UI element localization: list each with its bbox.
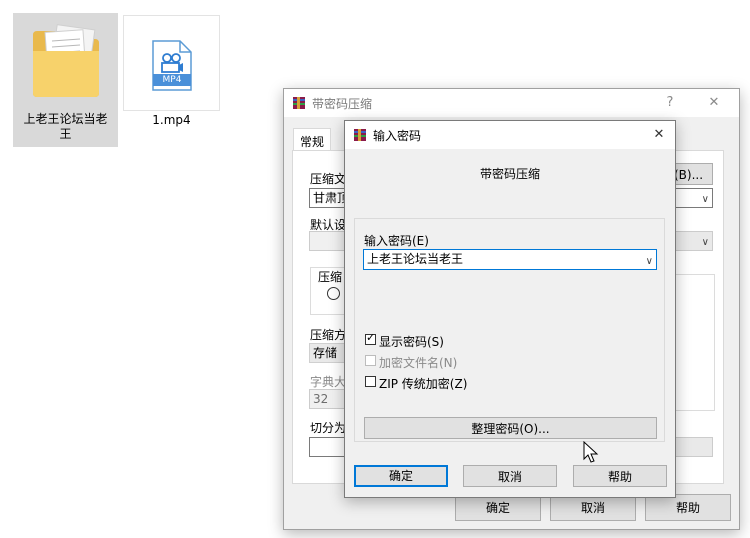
chevron-down-icon: ∨: [701, 237, 709, 248]
show-password-label: 显示密码(S): [379, 335, 444, 349]
folder-label: 上老王论坛当老王: [23, 112, 108, 141]
dialog-heading: 带密码压缩: [479, 167, 540, 181]
cancel-label: 取消: [497, 470, 522, 484]
help-icon[interactable]: ?: [656, 93, 684, 113]
archive-ok-button[interactable]: 确定: [455, 494, 541, 521]
zip-legacy-checkbox[interactable]: [365, 376, 376, 387]
cancel-button[interactable]: 取消: [463, 465, 557, 487]
winrar-icon: [293, 97, 305, 109]
encrypt-names-checkbox[interactable]: [365, 355, 376, 366]
format-radio[interactable]: [327, 287, 340, 300]
dict-field[interactable]: 32: [309, 389, 349, 409]
archive-cancel-button[interactable]: 取消: [550, 494, 636, 521]
archive-help-label: 帮助: [675, 501, 700, 515]
split-field[interactable]: [309, 437, 349, 457]
dict-value: 32: [313, 392, 329, 406]
method-value: 存储: [313, 346, 338, 360]
folder-icon: [33, 24, 99, 97]
archive-dialog-title: 带密码压缩: [312, 97, 373, 111]
password-input[interactable]: 上老王论坛当老王 ∨: [363, 249, 657, 270]
zip-legacy-label: ZIP 传统加密(Z): [379, 377, 468, 391]
method-label: 压缩方: [310, 328, 347, 342]
password-dialog-title: 输入密码: [373, 129, 422, 143]
password-label: 输入密码(E): [364, 234, 429, 248]
chevron-down-icon[interactable]: ∨: [646, 253, 653, 269]
encrypt-names-label: 加密文件名(N): [379, 356, 458, 370]
checkmark-icon: ✓: [366, 331, 376, 344]
tab-general-label: 常规: [300, 135, 325, 149]
help-label: 帮助: [607, 470, 632, 484]
file-badge: MP4: [162, 75, 182, 85]
password-dialog: 输入密码 ✕ 带密码压缩 输入密码(E) 上老王论坛当老王 ∨ ✓ 显示密码(S…: [344, 120, 676, 498]
profile-field[interactable]: [309, 231, 349, 251]
organize-passwords-label: 整理密码(O)...: [471, 422, 550, 436]
dict-label: 字典大: [310, 375, 347, 389]
mouse-cursor-icon: [583, 441, 599, 463]
archive-help-button[interactable]: 帮助: [645, 494, 731, 521]
format-group-label: 压缩: [318, 268, 343, 285]
archive-name-label: 压缩文: [310, 172, 347, 186]
password-value: 上老王论坛当老王: [367, 252, 464, 266]
archive-dialog-titlebar[interactable]: 带密码压缩 ? ✕: [284, 89, 739, 117]
help-button[interactable]: 帮助: [573, 465, 667, 487]
show-password-checkbox[interactable]: ✓: [365, 331, 376, 345]
ok-button[interactable]: 确定: [354, 465, 448, 487]
desktop-file-item[interactable]: MP4: [123, 15, 220, 111]
tab-general[interactable]: 常规: [293, 128, 331, 151]
archive-ok-label: 确定: [485, 501, 510, 515]
close-icon[interactable]: ✕: [645, 125, 673, 145]
winrar-icon: [354, 129, 366, 141]
close-icon[interactable]: ✕: [700, 93, 728, 113]
password-dialog-titlebar[interactable]: 输入密码 ✕: [345, 121, 675, 149]
ok-label: 确定: [388, 469, 413, 483]
method-field[interactable]: 存储: [309, 343, 349, 363]
archive-cancel-label: 取消: [580, 501, 605, 515]
split-label: 切分为: [310, 421, 347, 435]
desktop-folder-item[interactable]: 上老王论坛当老王: [13, 13, 118, 147]
organize-passwords-button[interactable]: 整理密码(O)...: [364, 417, 657, 439]
chevron-down-icon: ∨: [701, 194, 709, 205]
archive-name-field[interactable]: 甘肃顶: [309, 188, 349, 208]
browse-label: (B)...: [673, 168, 704, 182]
file-label: 1.mp4: [152, 113, 191, 127]
